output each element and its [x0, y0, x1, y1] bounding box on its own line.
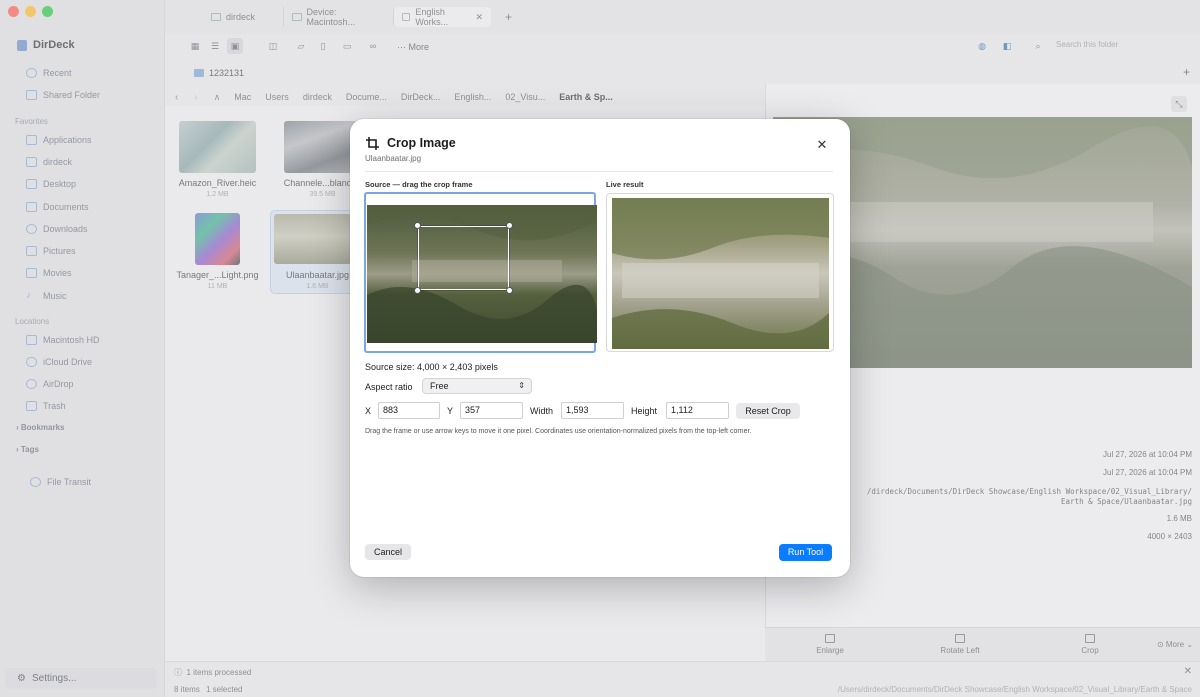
source-crop-area[interactable] — [364, 192, 597, 353]
height-label: Height — [631, 406, 658, 416]
crop-handle-bottom-left[interactable] — [414, 287, 421, 294]
live-result-image — [612, 198, 829, 349]
chevron-updown-icon: ⇕ — [518, 381, 525, 390]
height-input[interactable]: 1,112 — [666, 402, 729, 419]
cancel-button[interactable]: Cancel — [365, 544, 411, 560]
close-icon: ✕ — [816, 137, 828, 152]
crop-icon — [366, 137, 379, 150]
y-label: Y — [447, 406, 454, 416]
dialog-subtitle: Ulaanbaatar.jpg — [365, 154, 422, 163]
dialog-title: Crop Image — [387, 136, 456, 150]
aspect-ratio-value: Free — [430, 381, 449, 391]
x-label: X — [365, 406, 372, 416]
crop-handle-top-right[interactable] — [506, 222, 513, 229]
aspect-ratio-select[interactable]: Free ⇕ — [422, 378, 532, 394]
width-input[interactable]: 1,593 — [561, 402, 624, 419]
crop-image-dialog: Crop Image Ulaanbaatar.jpg ✕ Source — dr… — [350, 119, 850, 577]
live-result-panel — [606, 193, 834, 352]
width-label: Width — [530, 406, 554, 416]
crop-hint-text: Drag the frame or use arrow keys to move… — [365, 428, 752, 435]
result-label: Live result — [606, 180, 644, 189]
y-input[interactable]: 357 — [460, 402, 523, 419]
source-label: Source — drag the crop frame — [365, 180, 473, 189]
run-tool-button[interactable]: Run Tool — [779, 544, 832, 561]
crop-frame[interactable] — [414, 222, 513, 294]
x-input[interactable]: 883 — [378, 402, 440, 419]
dialog-divider — [365, 171, 833, 172]
crop-handle-top-left[interactable] — [414, 222, 421, 229]
close-dialog-button[interactable]: ✕ — [814, 137, 830, 153]
aspect-ratio-label: Aspect ratio — [365, 382, 413, 392]
source-size-text: Source size: 4,000 × 2,403 pixels — [365, 362, 498, 372]
reset-crop-button[interactable]: Reset Crop — [736, 403, 800, 419]
crop-handle-bottom-right[interactable] — [506, 287, 513, 294]
